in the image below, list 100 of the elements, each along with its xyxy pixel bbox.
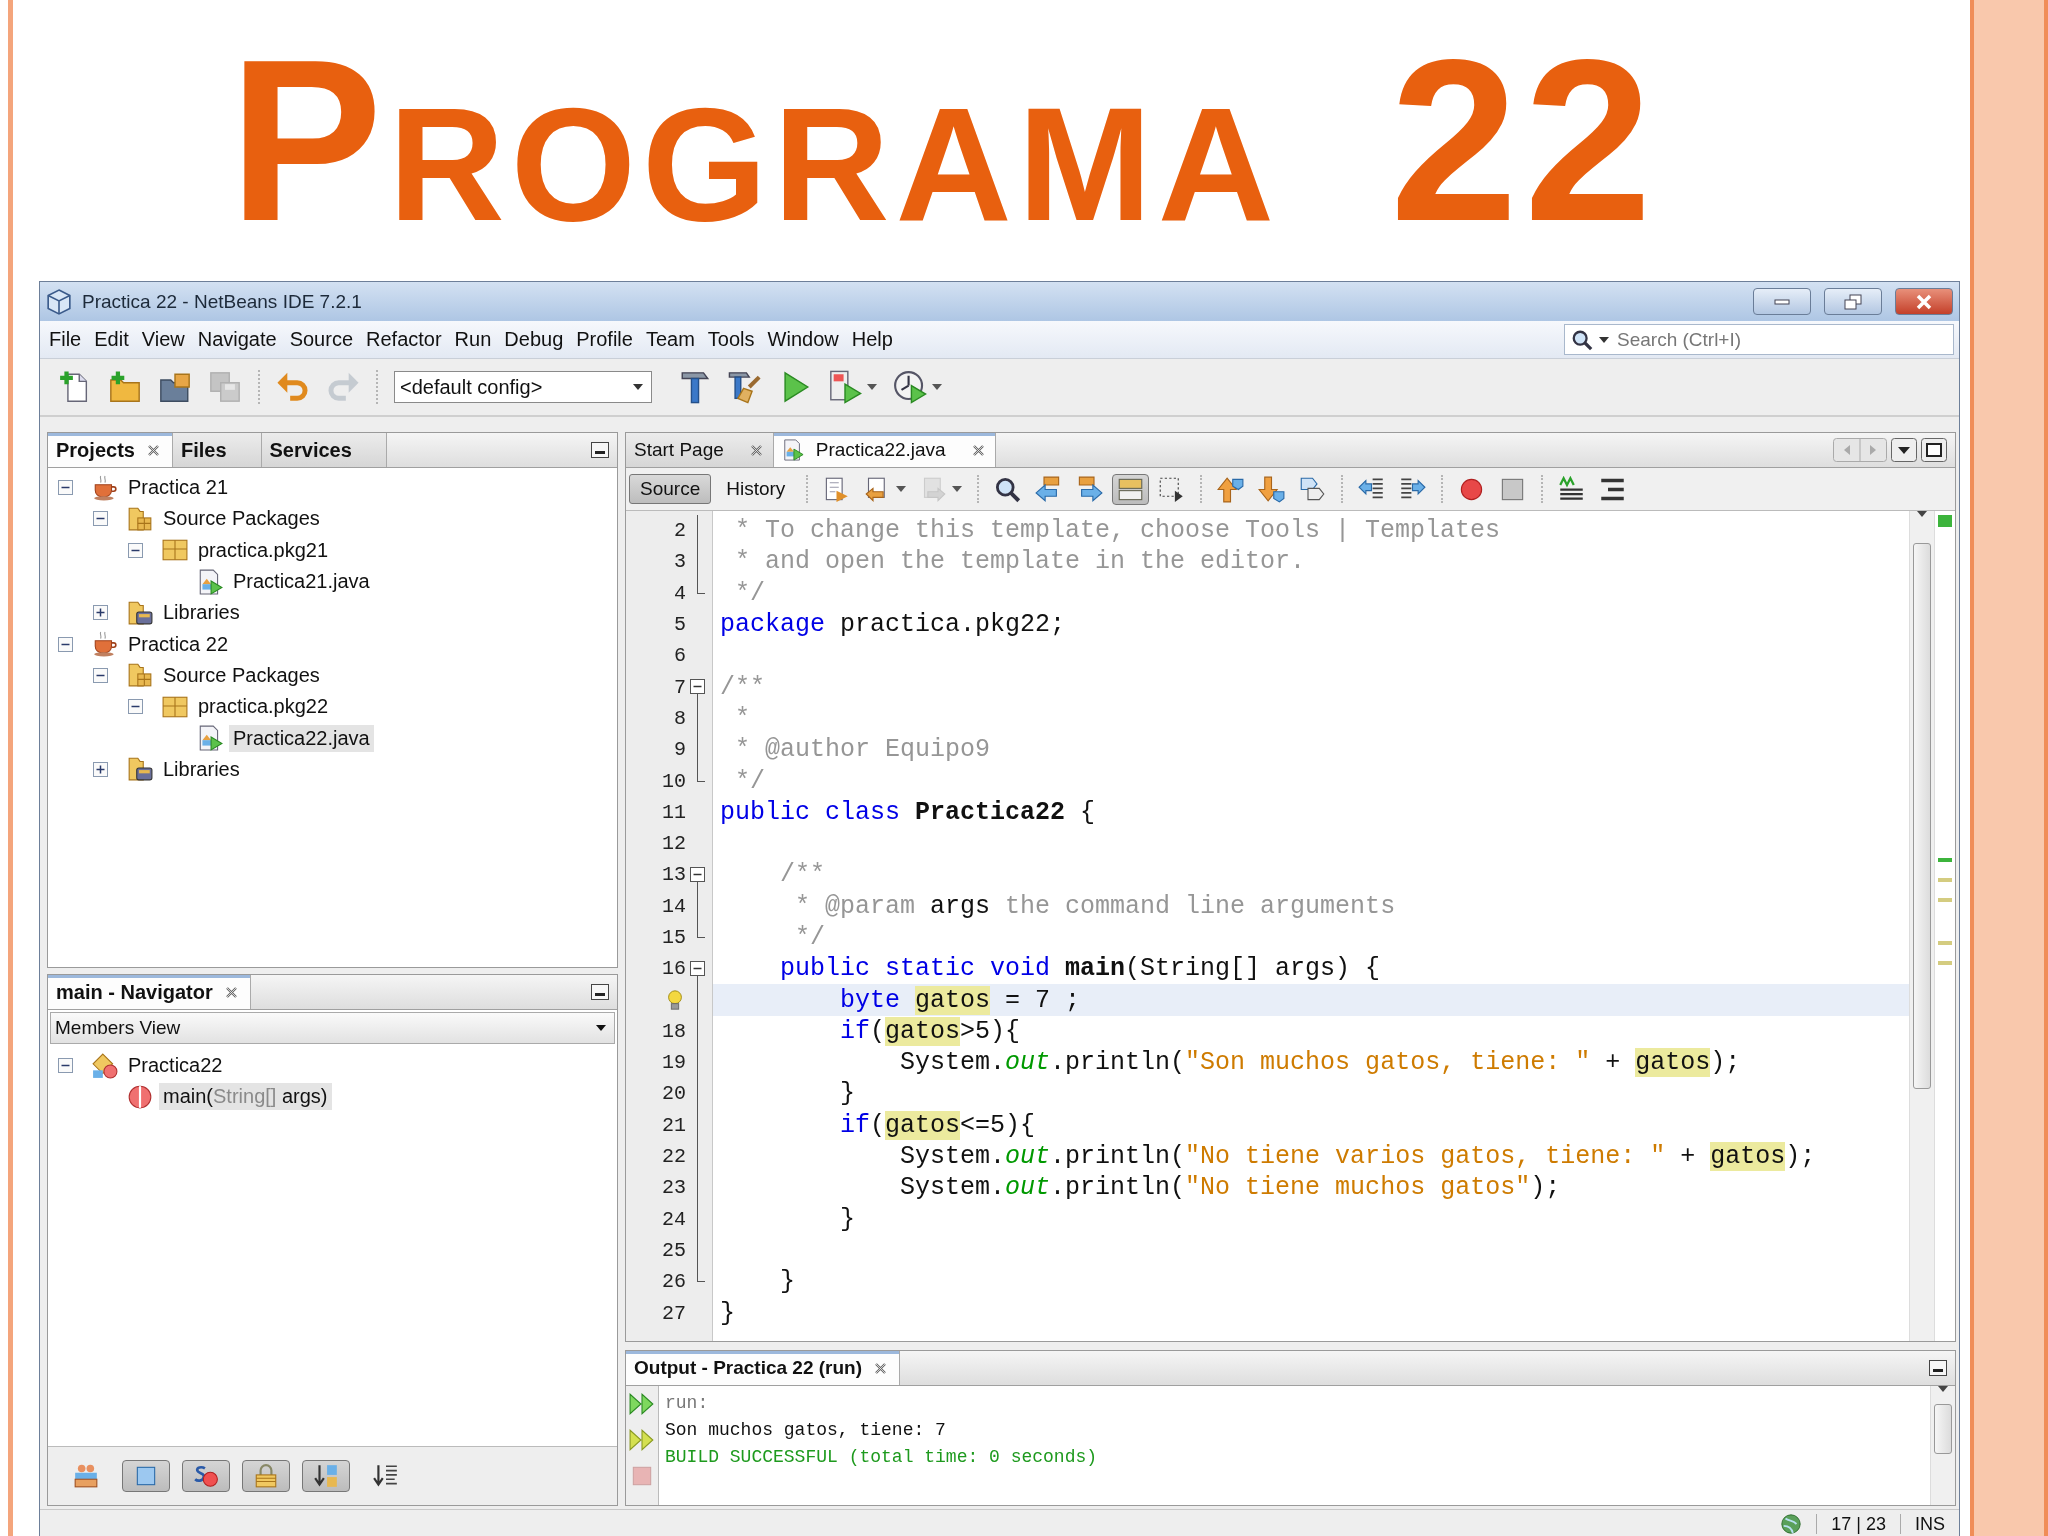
slide-title: Programa 22 xyxy=(229,25,1658,256)
restore-button[interactable] xyxy=(1824,288,1882,315)
tree-item[interactable]: practica.pkg21 xyxy=(194,536,333,564)
config-dropdown[interactable]: <default config> xyxy=(394,371,652,403)
search-field[interactable]: Search (Ctrl+I) xyxy=(1564,324,1954,355)
menu-item[interactable]: Edit xyxy=(88,328,136,351)
output-action-button[interactable] xyxy=(628,1390,656,1418)
cursor-position: 17 | 23 xyxy=(1831,1513,1886,1535)
expand-icon[interactable] xyxy=(93,605,108,621)
package-folder-icon xyxy=(127,662,153,689)
dropdown-icon[interactable] xyxy=(1891,438,1917,462)
scrollbar[interactable] xyxy=(1930,1386,1955,1505)
tree-item[interactable]: Practica21.java xyxy=(229,568,374,596)
collapse-icon[interactable] xyxy=(690,867,705,883)
comment-icon xyxy=(1558,475,1586,503)
minimize-button[interactable] xyxy=(1753,288,1811,315)
menu-item[interactable]: Navigate xyxy=(191,328,284,351)
close-icon[interactable] xyxy=(146,443,160,457)
close-icon[interactable] xyxy=(749,443,763,457)
menu-item[interactable]: File xyxy=(43,328,89,351)
code-line: */ xyxy=(734,577,766,609)
tree-item[interactable]: Source Packages xyxy=(159,505,324,533)
caret-icon xyxy=(932,384,942,390)
code-line: if(gatos>5){ xyxy=(839,1015,1022,1048)
menu-item[interactable]: Window xyxy=(761,328,846,351)
panel-tab[interactable]: Files xyxy=(172,433,262,467)
code-line: public class Practica22 { xyxy=(719,796,1097,828)
minimize-icon[interactable] xyxy=(591,442,609,458)
collapse-icon[interactable] xyxy=(58,1058,73,1074)
menu-item[interactable]: Source xyxy=(283,328,360,351)
menu-item[interactable]: Team xyxy=(639,328,702,351)
code-line: public static void main(String[] args) { xyxy=(779,953,1382,985)
tree-item[interactable]: Libraries xyxy=(159,755,244,783)
close-icon[interactable] xyxy=(971,443,985,457)
scrollbar[interactable] xyxy=(1909,511,1934,1341)
window-title: Practica 22 - NetBeans IDE 7.2.1 xyxy=(82,290,363,313)
close-button[interactable] xyxy=(1895,288,1953,315)
caret-icon xyxy=(867,384,877,390)
tree-item[interactable]: Practica22 xyxy=(124,1052,227,1080)
menu-item[interactable]: Help xyxy=(845,328,900,351)
view-tab[interactable]: History xyxy=(715,474,797,504)
up-arrow-icon xyxy=(1217,475,1245,503)
tree-item[interactable]: Practica22.java xyxy=(229,724,374,752)
insert-mode: INS xyxy=(1915,1513,1945,1535)
menu-item[interactable]: Debug xyxy=(498,328,571,351)
lock-icon xyxy=(253,1463,279,1489)
output-action-button[interactable] xyxy=(628,1426,656,1454)
collapse-icon[interactable] xyxy=(58,480,73,496)
static-icon xyxy=(193,1463,219,1489)
expand-icon[interactable] xyxy=(93,761,108,777)
menu-item[interactable]: Refactor xyxy=(360,328,449,351)
caret-icon xyxy=(633,384,643,390)
editor-tab[interactable]: Practica22.java xyxy=(773,433,996,467)
close-icon[interactable] xyxy=(874,1361,888,1375)
search-icon xyxy=(1571,328,1593,351)
find-next-icon xyxy=(1076,475,1104,503)
line-number: 25 xyxy=(662,1238,686,1262)
tree-item[interactable]: practica.pkg22 xyxy=(194,693,333,721)
line-number: 3 xyxy=(674,550,686,574)
tree-item[interactable]: Practica 22 xyxy=(124,630,233,658)
collapse-icon[interactable] xyxy=(690,961,705,977)
panel-tab[interactable]: Projects xyxy=(48,433,173,467)
bookmark-icon xyxy=(1299,475,1327,503)
collapse-icon[interactable] xyxy=(58,636,73,652)
filter-button[interactable] xyxy=(182,1460,230,1492)
tree-item[interactable]: main(String[] args) xyxy=(159,1083,332,1111)
minimize-icon[interactable] xyxy=(591,984,609,1000)
search-input[interactable]: Search (Ctrl+I) xyxy=(1615,327,1953,352)
tree-item[interactable]: Libraries xyxy=(159,599,244,627)
menu-item[interactable]: Profile xyxy=(570,328,640,351)
view-dropdown[interactable]: Members View xyxy=(50,1012,615,1044)
coffee-cup-icon xyxy=(92,631,118,658)
menu-item[interactable]: Run xyxy=(448,328,499,351)
collapse-icon[interactable] xyxy=(128,542,143,558)
code-line: */ xyxy=(794,922,827,954)
cube-icon xyxy=(46,288,72,315)
code-line: } xyxy=(779,1266,796,1298)
tree-item[interactable]: Source Packages xyxy=(159,661,324,689)
down-arrow-icon xyxy=(1258,475,1286,503)
editor-tab[interactable]: Start Page xyxy=(626,433,774,467)
menu-item[interactable]: View xyxy=(135,328,192,351)
view-tab[interactable]: Source xyxy=(629,474,712,504)
tree-item[interactable]: Practica 21 xyxy=(124,474,233,502)
line-number: 20 xyxy=(662,1082,686,1106)
filter-button[interactable] xyxy=(302,1460,350,1492)
close-icon[interactable] xyxy=(224,985,238,999)
minimize-icon[interactable] xyxy=(1929,1360,1947,1376)
panel-tab[interactable]: Services xyxy=(261,433,387,467)
panel-tab[interactable]: Output - Practica 22 (run) xyxy=(626,1351,901,1385)
method-icon xyxy=(127,1083,153,1110)
caret-icon xyxy=(952,486,963,492)
panel-tab[interactable]: main - Navigator xyxy=(48,975,251,1009)
menu-item[interactable]: Tools xyxy=(701,328,762,351)
maximize-icon[interactable] xyxy=(1921,438,1947,462)
code-line: /** xyxy=(719,671,766,703)
collapse-icon[interactable] xyxy=(93,667,108,683)
collapse-icon[interactable] xyxy=(128,699,143,715)
collapse-icon[interactable] xyxy=(93,511,108,527)
search-icon xyxy=(994,475,1022,503)
collapse-icon[interactable] xyxy=(690,679,705,695)
